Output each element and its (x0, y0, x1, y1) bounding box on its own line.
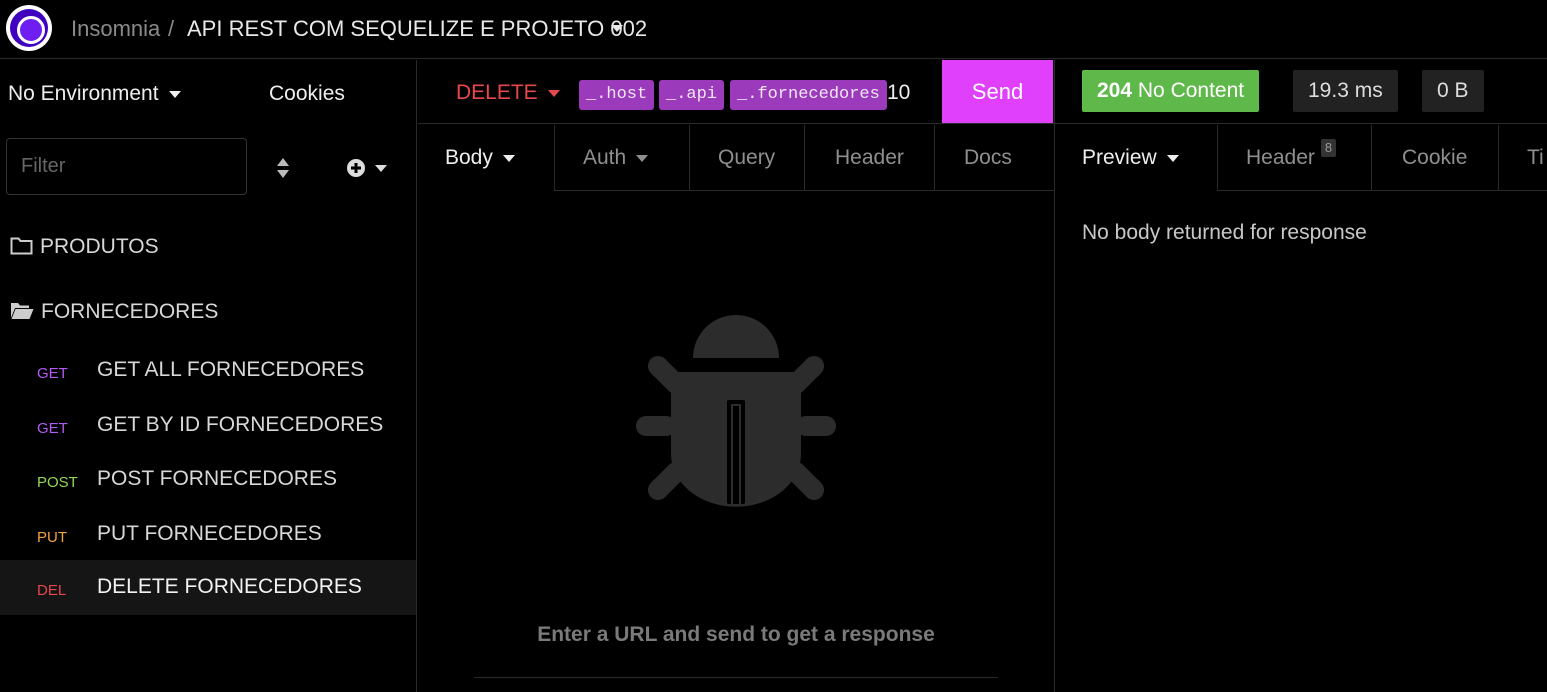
response-message: No body returned for response (1082, 221, 1367, 244)
tab-response-header[interactable]: Header 8 (1246, 125, 1337, 191)
response-status-bar: 204 No Content 19.3 ms 0 B (1055, 60, 1547, 124)
method-badge: POST (37, 474, 78, 491)
request-name: GET BY ID FORNECEDORES (97, 413, 384, 436)
environment-selector[interactable]: No Environment (8, 82, 181, 106)
tab-timeline[interactable]: Ti (1527, 125, 1544, 191)
method-badge: PUT (37, 529, 67, 546)
method-badge: DEL (37, 582, 67, 599)
filter-input[interactable] (6, 138, 247, 195)
url-input[interactable]: 10 (887, 81, 910, 105)
request-item-active[interactable]: DEL DELETE FORNECEDORES (0, 560, 416, 615)
chevron-down-icon (547, 89, 560, 97)
folder-label: FORNECEDORES (41, 300, 219, 323)
tab-label: Header (1246, 146, 1315, 169)
request-item[interactable]: POST POST FORNECEDORES (0, 452, 416, 507)
url-variable-tag[interactable]: _.api (659, 80, 725, 110)
request-name: PUT FORNECEDORES (97, 522, 322, 545)
request-item[interactable]: PUT PUT FORNECEDORES (0, 507, 416, 562)
chevron-down-icon (1166, 154, 1179, 162)
tab-body[interactable]: Body (445, 125, 515, 191)
top-bar: Insomnia / API REST COM SEQUELIZE E PROJ… (0, 0, 1547, 59)
environment-label: No Environment (8, 82, 159, 105)
status-badge: 204 No Content (1082, 70, 1260, 112)
breadcrumb-app[interactable]: Insomnia (71, 16, 160, 42)
sort-icon[interactable] (276, 157, 290, 179)
folder-fornecedores[interactable]: FORNECEDORES (10, 300, 218, 324)
method-badge: GET (37, 420, 68, 437)
insomnia-logo-icon[interactable] (6, 5, 52, 51)
tab-label: Auth (583, 146, 627, 169)
send-button[interactable]: Send (942, 60, 1053, 123)
chevron-down-icon (502, 154, 515, 162)
tab-docs[interactable]: Docs (964, 125, 1012, 191)
tab-label: Body (445, 146, 493, 169)
request-name: DELETE FORNECEDORES (97, 575, 362, 598)
request-item[interactable]: GET GET BY ID FORNECEDORES (0, 398, 416, 453)
folder-open-icon (11, 303, 34, 319)
breadcrumb-separator: / (168, 16, 175, 41)
url-bar: DELETE _.host _.api _.fornecedores 10 Se… (418, 60, 1054, 124)
request-name: GET ALL FORNECEDORES (97, 358, 365, 381)
chevron-down-icon[interactable] (611, 25, 623, 32)
tab-header[interactable]: Header (835, 125, 904, 191)
divider (474, 677, 998, 678)
method-selector[interactable]: DELETE (456, 81, 560, 105)
sidebar: No Environment Cookies PRODUTOS FORNECED… (0, 60, 417, 692)
status-text: No Content (1137, 79, 1245, 102)
response-size-badge: 0 B (1422, 70, 1484, 112)
method-label: DELETE (456, 81, 538, 104)
breadcrumb-project[interactable]: API REST COM SEQUELIZE E PROJETO 002 (187, 16, 647, 42)
folder-produtos[interactable]: PRODUTOS (10, 235, 159, 259)
request-name: POST FORNECEDORES (97, 467, 337, 490)
response-tabs: Preview Header 8 Cookie Ti (1055, 125, 1547, 191)
response-time-badge: 19.3 ms (1293, 70, 1398, 112)
request-item[interactable]: GET GET ALL FORNECEDORES (0, 343, 416, 398)
method-badge: GET (37, 365, 68, 382)
url-variable-tag[interactable]: _.fornecedores (730, 80, 887, 110)
chevron-down-icon (168, 90, 181, 98)
folder-icon (10, 237, 33, 255)
tab-query[interactable]: Query (718, 125, 775, 191)
status-code: 204 (1097, 79, 1133, 102)
request-tabs: Body Auth Query Header Docs (418, 125, 1054, 191)
folder-label: PRODUTOS (40, 235, 159, 258)
url-variable-tag[interactable]: _.host (579, 80, 655, 110)
tab-auth[interactable]: Auth (583, 125, 649, 191)
chevron-down-icon (636, 154, 649, 162)
tab-preview[interactable]: Preview (1082, 125, 1179, 191)
tab-label: Preview (1082, 146, 1157, 169)
header-count-badge: 8 (1320, 139, 1337, 157)
tab-cookie[interactable]: Cookie (1402, 125, 1467, 191)
empty-state-hint: Enter a URL and send to get a response (537, 623, 935, 646)
cookies-button[interactable]: Cookies (269, 82, 345, 106)
bug-icon (636, 315, 836, 507)
add-dropdown-icon[interactable] (346, 158, 388, 178)
